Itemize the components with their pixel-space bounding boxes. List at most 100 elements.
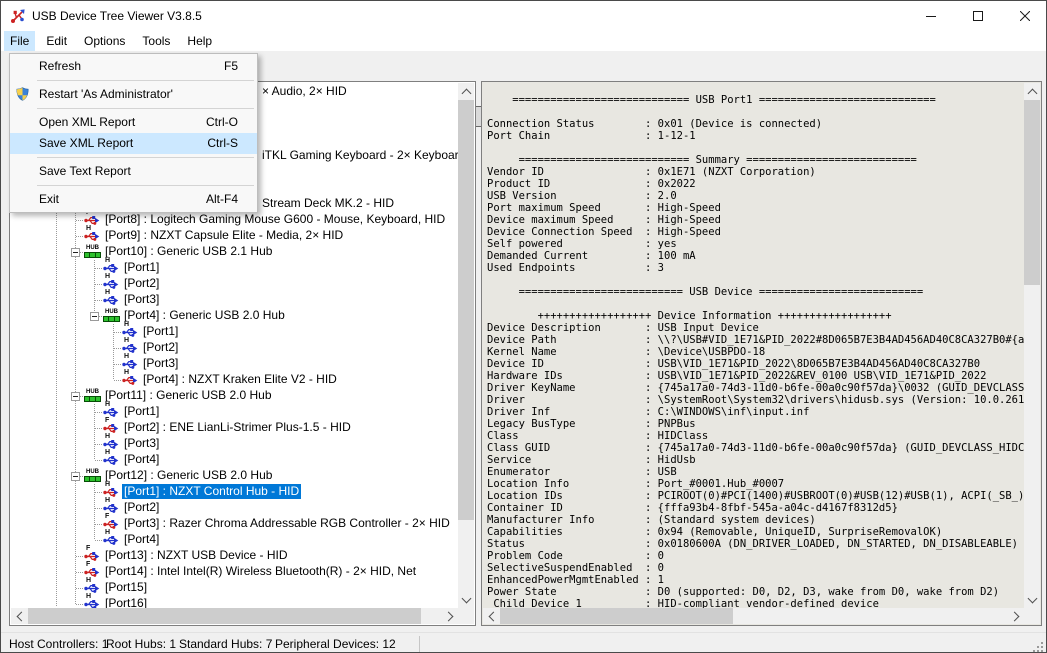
tree-item-label[interactable]: [Port15]: [103, 580, 149, 595]
tree-row[interactable]: H[Port1]: [11, 260, 458, 276]
scroll-down-icon[interactable]: [458, 592, 474, 608]
tree-item-label[interactable]: [Port11] : Generic USB 2.0 Hub: [103, 388, 274, 403]
collapse-expander-icon[interactable]: [71, 472, 80, 481]
menu-item-exit[interactable]: ExitAlt-F4: [10, 189, 257, 210]
scroll-left-icon[interactable]: [483, 608, 499, 624]
tree-row[interactable]: H[Port4]: [11, 452, 458, 468]
tree-row[interactable]: H[Port1]: [11, 324, 458, 340]
tree-row[interactable]: H[Port16]: [11, 596, 458, 608]
close-button[interactable]: [1001, 1, 1047, 31]
tree-row[interactable]: F[Port2] : ENE LianLi-Strimer Plus-1.5 -…: [11, 420, 458, 436]
menu-item-label: Save XML Report: [39, 133, 133, 154]
menubar-item-help[interactable]: Help: [181, 31, 218, 51]
scroll-down-icon[interactable]: [1024, 592, 1040, 608]
menu-item-open-xml-report[interactable]: Open XML ReportCtrl-O: [10, 112, 257, 133]
tree-item-label[interactable]: [Port4]: [122, 532, 161, 547]
tree-horizontal-scrollbar[interactable]: [11, 608, 458, 624]
tree-item-label[interactable]: [Port4] : Generic USB 2.0 Hub: [122, 308, 287, 323]
resize-grip[interactable]: [1033, 642, 1043, 652]
collapse-expander-icon[interactable]: [90, 312, 99, 321]
menubar-item-tools[interactable]: Tools: [136, 31, 176, 51]
tree-item-label[interactable]: [Port13] : NZXT USB Device - HID: [103, 548, 290, 563]
tree-row[interactable]: F[Port14] : Intel Intel(R) Wireless Blue…: [11, 564, 458, 580]
scrollbar-thumb[interactable]: [1024, 100, 1040, 285]
scrollbar-thumb[interactable]: [28, 608, 421, 624]
menu-item-restart-as-administrator[interactable]: Restart 'As Administrator': [10, 84, 257, 105]
tree-row[interactable]: H[Port2]: [11, 340, 458, 356]
tree-row[interactable]: H[Port4]: [11, 532, 458, 548]
scroll-right-icon[interactable]: [442, 608, 458, 624]
tree-guide-stub: [95, 508, 103, 509]
tree-item-label[interactable]: [Port1]: [122, 260, 161, 275]
scroll-right-icon[interactable]: [1008, 608, 1024, 624]
tree-row[interactable]: H[Port15]: [11, 580, 458, 596]
tree-item-label[interactable]: [Port3]: [141, 356, 180, 371]
scrollbar-corner: [1024, 608, 1040, 624]
tree-item-label[interactable]: [Port2]: [141, 340, 180, 355]
menubar: FileEditOptionsToolsHelp: [1, 31, 1046, 51]
maximize-button[interactable]: [954, 1, 1001, 31]
tree-row[interactable]: HUB[Port12] : Generic USB 2.0 Hub: [11, 468, 458, 484]
tree-item-label-selected[interactable]: [Port1] : NZXT Control Hub - HID: [122, 484, 301, 499]
tree-item-label[interactable]: [Port16]: [103, 596, 149, 608]
tree-item-label[interactable]: [Port4]: [122, 452, 161, 467]
tree-item-label[interactable]: [Port8] : Logitech Gaming Mouse G600 - M…: [103, 212, 447, 227]
tree-item-label[interactable]: [Port1]: [141, 324, 180, 339]
details-horizontal-scrollbar[interactable]: [483, 608, 1024, 624]
tree-item-label[interactable]: [Port10] : Generic USB 2.1 Hub: [103, 244, 274, 259]
tree-guide-stub: [95, 284, 103, 285]
scroll-up-icon[interactable]: [458, 83, 474, 99]
tree-item-label[interactable]: [Port2]: [122, 276, 161, 291]
tree-row[interactable]: F[Port13] : NZXT USB Device - HID: [11, 548, 458, 564]
tree-item-label[interactable]: [Port3]: [122, 292, 161, 307]
tree-item-label[interactable]: [Port4] : NZXT Kraken Elite V2 - HID: [141, 372, 339, 387]
tree-item-label-partial[interactable]: Stream Deck MK.2 - HID: [262, 196, 394, 211]
tree-row[interactable]: H[Port1] : NZXT Control Hub - HID: [11, 484, 458, 500]
scrollbar-thumb[interactable]: [458, 100, 474, 520]
collapse-expander-icon[interactable]: [71, 392, 80, 401]
tree-item-label[interactable]: [Port14] : Intel Intel(R) Wireless Bluet…: [103, 564, 418, 579]
menubar-item-options[interactable]: Options: [78, 31, 131, 51]
menubar-item-file[interactable]: File: [4, 31, 35, 51]
menu-item-refresh[interactable]: RefreshF5: [10, 56, 257, 77]
tree-item-label[interactable]: [Port2] : ENE LianLi-Strimer Plus-1.5 - …: [122, 420, 353, 435]
tree-item-label[interactable]: [Port1]: [122, 404, 161, 419]
scroll-up-icon[interactable]: [1024, 83, 1040, 99]
tree-row[interactable]: HUB[Port10] : Generic USB 2.1 Hub: [11, 244, 458, 260]
menu-item-label: Restart 'As Administrator': [39, 84, 173, 105]
collapse-expander-icon[interactable]: [71, 248, 80, 257]
tree-row[interactable]: H[Port9] : NZXT Capsule Elite - Media, 2…: [11, 228, 458, 244]
menu-separator: [10, 154, 257, 161]
tree-row[interactable]: HUB[Port11] : Generic USB 2.0 Hub: [11, 388, 458, 404]
statusbar-divider: [419, 636, 420, 652]
tree-row[interactable]: H[Port2]: [11, 500, 458, 516]
tree-row[interactable]: HUB[Port4] : Generic USB 2.0 Hub: [11, 308, 458, 324]
tree-guide-stub: [95, 540, 103, 541]
tree-item-label[interactable]: [Port2]: [122, 500, 161, 515]
details-vertical-scrollbar[interactable]: [1024, 83, 1040, 608]
menu-item-shortcut: Alt-F4: [206, 189, 238, 210]
tree-row[interactable]: H[Port3]: [11, 436, 458, 452]
tree-row[interactable]: H[Port1]: [11, 404, 458, 420]
scrollbar-thumb[interactable]: [500, 608, 733, 624]
tree-item-label[interactable]: [Port3] : Razer Chroma Addressable RGB C…: [122, 516, 452, 531]
tree-row[interactable]: H[Port2]: [11, 276, 458, 292]
tree-item-label-partial[interactable]: iTKL Gaming Keyboard - 2× Keyboard, 2×: [262, 148, 458, 163]
details-content[interactable]: ============================ USB Port1 =…: [483, 83, 1024, 608]
menu-item-save-xml-report[interactable]: Save XML ReportCtrl-S: [10, 133, 257, 154]
tree-vertical-scrollbar[interactable]: [458, 83, 474, 608]
scroll-left-icon[interactable]: [11, 608, 27, 624]
menu-item-save-text-report[interactable]: Save Text Report: [10, 161, 257, 182]
tree-row[interactable]: H[Port3]: [11, 356, 458, 372]
tree-guide-stub: [95, 524, 103, 525]
tree-item-label[interactable]: [Port3]: [122, 436, 161, 451]
tree-item-label[interactable]: [Port9] : NZXT Capsule Elite - Media, 2×…: [103, 228, 345, 243]
menubar-item-edit[interactable]: Edit: [40, 31, 73, 51]
tree-item-label-partial[interactable]: × Audio, 2× HID: [262, 84, 347, 99]
tree-row[interactable]: H[Port4] : NZXT Kraken Elite V2 - HID: [11, 372, 458, 388]
minimize-button[interactable]: [907, 1, 954, 31]
tree-row[interactable]: F[Port8] : Logitech Gaming Mouse G600 - …: [11, 212, 458, 228]
tree-row[interactable]: H[Port3]: [11, 292, 458, 308]
tree-item-label[interactable]: [Port12] : Generic USB 2.0 Hub: [103, 468, 274, 483]
tree-row[interactable]: F[Port3] : Razer Chroma Addressable RGB …: [11, 516, 458, 532]
